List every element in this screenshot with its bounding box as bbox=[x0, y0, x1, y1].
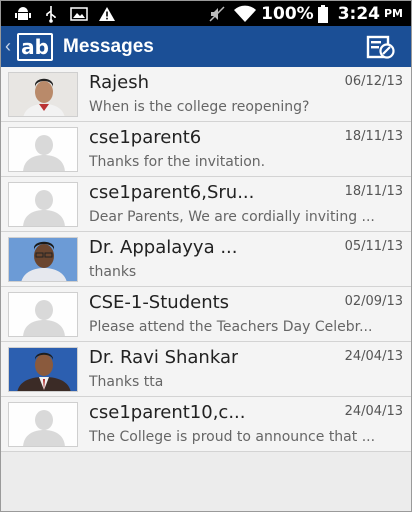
clock-time: 3:24 bbox=[337, 3, 380, 24]
message-preview: Dear Parents, We are cordially inviting … bbox=[89, 209, 375, 225]
message-date: 24/04/13 bbox=[344, 404, 403, 419]
avatar-placeholder bbox=[8, 127, 78, 172]
message-date: 05/11/13 bbox=[344, 239, 403, 254]
contact-name: Rajesh bbox=[89, 72, 150, 93]
avatar-placeholder bbox=[8, 182, 78, 227]
message-date: 18/11/13 bbox=[344, 184, 403, 199]
clock-ampm: PM bbox=[383, 7, 403, 20]
message-date: 06/12/13 bbox=[344, 74, 403, 89]
contact-name: Dr. Appalayya ... bbox=[89, 237, 238, 258]
phone-screen: 100% 3:24 PM ‹ ab Messages Rajesh 06/12/1… bbox=[0, 0, 412, 512]
avatar-placeholder bbox=[8, 402, 78, 447]
message-row[interactable]: cse1parent6 18/11/13 Thanks for the invita… bbox=[1, 122, 411, 177]
back-chevron-icon[interactable]: ‹ bbox=[5, 36, 15, 57]
contact-name: Dr. Ravi Shankar bbox=[89, 347, 239, 368]
android-debug-icon bbox=[9, 3, 37, 25]
message-preview: When is the college reopening? bbox=[89, 99, 310, 115]
app-bar: ‹ ab Messages bbox=[1, 26, 411, 67]
message-row[interactable]: Dr. Appalayya ... 05/11/13 thanks bbox=[1, 232, 411, 287]
message-row[interactable]: Dr. Ravi Shankar 24/04/13 Thanks tta bbox=[1, 342, 411, 397]
contact-name: cse1parent10,c... bbox=[89, 402, 246, 423]
contact-name: cse1parent6,Sru... bbox=[89, 182, 255, 203]
message-date: 18/11/13 bbox=[344, 129, 403, 144]
page-title: Messages bbox=[63, 35, 154, 57]
compose-icon bbox=[366, 35, 395, 59]
message-date: 24/04/13 bbox=[344, 349, 403, 364]
message-row[interactable]: CSE-1-Students 02/09/13 Please attend the … bbox=[1, 287, 411, 342]
contact-name: CSE-1-Students bbox=[89, 292, 230, 313]
avatar bbox=[8, 72, 78, 117]
battery-percent: 100% bbox=[261, 3, 314, 24]
message-row[interactable]: Rajesh 06/12/13 When is the college reopen… bbox=[1, 67, 411, 122]
status-bar: 100% 3:24 PM bbox=[1, 1, 411, 26]
message-preview: thanks bbox=[89, 264, 137, 280]
message-date: 02/09/13 bbox=[344, 294, 403, 309]
mute-icon bbox=[203, 3, 231, 25]
message-preview: The College is proud to announce that ..… bbox=[89, 429, 376, 445]
avatar bbox=[8, 347, 78, 392]
message-preview: Thanks for the invitation. bbox=[89, 154, 266, 170]
compose-message-button[interactable] bbox=[363, 29, 399, 65]
avatar-placeholder bbox=[8, 292, 78, 337]
message-preview: Please attend the Teachers Day Celebr... bbox=[89, 319, 373, 335]
avatar bbox=[8, 237, 78, 282]
battery-icon bbox=[316, 3, 330, 25]
contact-name: cse1parent6 bbox=[89, 127, 202, 148]
message-preview: Thanks tta bbox=[89, 374, 164, 390]
message-row[interactable]: cse1parent10,c... 24/04/13 The College is … bbox=[1, 397, 411, 452]
warning-icon bbox=[93, 3, 121, 25]
image-icon bbox=[65, 3, 93, 25]
wifi-icon bbox=[231, 3, 259, 25]
message-row[interactable]: cse1parent6,Sru... 18/11/13 Dear Parents, … bbox=[1, 177, 411, 232]
usb-icon bbox=[37, 3, 65, 25]
message-list: Rajesh 06/12/13 When is the college reopen… bbox=[1, 67, 411, 452]
app-logo[interactable]: ab bbox=[17, 32, 53, 61]
